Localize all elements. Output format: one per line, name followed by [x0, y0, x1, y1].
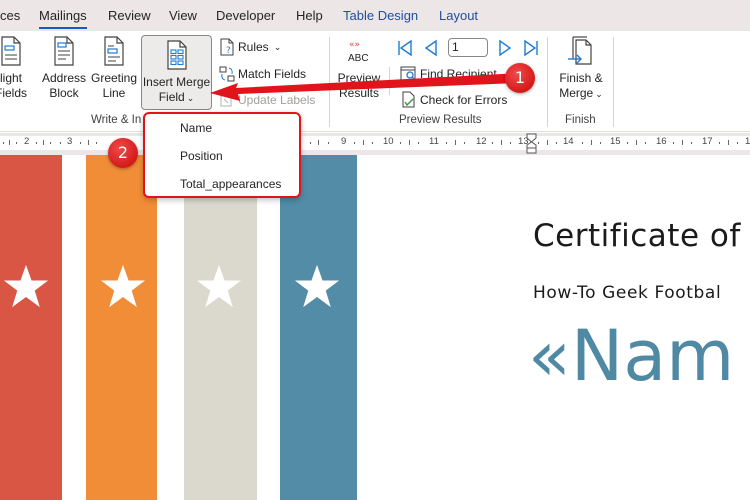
finish-merge-icon	[568, 36, 592, 65]
greeting-line-icon	[104, 36, 124, 66]
preview-abc-icon: «» ABC	[348, 40, 369, 64]
ruler-tick: 15	[610, 136, 621, 147]
insert-merge-field-button[interactable]: Insert Merge Field ⌄	[141, 35, 212, 110]
tab-layout[interactable]: Layout	[439, 8, 478, 23]
update-labels-button[interactable]: Update Labels	[219, 91, 315, 109]
decorative-stripe-blue	[280, 155, 357, 500]
group-separator	[547, 37, 548, 127]
chevron-down-icon: ⌄	[273, 41, 282, 52]
ruler-tick: 14	[563, 136, 574, 147]
document-field-icon	[1, 36, 21, 66]
certificate-subtitle: How-To Geek Footbal	[533, 283, 722, 303]
ruler-tick: 17	[702, 136, 713, 147]
tab-developer[interactable]: Developer	[216, 8, 275, 23]
star-icon	[3, 264, 49, 308]
update-labels-icon	[220, 95, 232, 107]
chevron-down-icon: ⌄	[186, 93, 195, 103]
write-insert-group-label: Write & In	[91, 114, 142, 126]
menu-item-total-appearances[interactable]: Total_appearances	[180, 177, 281, 191]
ruler-tick: 2	[24, 136, 30, 147]
find-recipient-icon	[400, 66, 416, 81]
preview-results-button[interactable]: «» ABC Preview Results	[334, 35, 384, 101]
tab-references[interactable]: ces	[0, 8, 20, 23]
record-navigation: 1	[396, 38, 540, 57]
svg-text:«»: «»	[349, 40, 360, 50]
group-separator	[613, 37, 614, 127]
decorative-stripe-red	[0, 155, 62, 500]
record-number-input[interactable]: 1	[448, 38, 488, 57]
tab-table-design[interactable]: Table Design	[343, 8, 418, 23]
ruler-tick: 1	[745, 136, 750, 147]
insert-merge-field-menu: Name Position Total_appearances	[143, 112, 301, 198]
last-record-icon[interactable]	[522, 39, 540, 57]
ruler-tick: 10	[383, 136, 394, 147]
rules-icon: ?	[220, 38, 234, 56]
check-for-errors-button[interactable]: Check for Errors	[400, 91, 507, 108]
first-record-icon[interactable]	[396, 39, 414, 57]
match-fields-button[interactable]: Match Fields	[219, 65, 306, 83]
rules-button[interactable]: ? Rules ⌄	[219, 38, 281, 56]
group-separator	[389, 67, 390, 95]
name-merge-field[interactable]: «Nam	[528, 315, 734, 397]
finish-merge-button[interactable]: Finish & Merge ⌄	[553, 35, 609, 102]
ruler-tick: 9	[341, 136, 347, 147]
group-separator	[329, 37, 330, 127]
ribbon: light Fields Address Block Greeting Line	[0, 31, 750, 132]
chevron-down-icon: ⌄	[595, 89, 603, 99]
address-block-icon	[54, 36, 74, 66]
ribbon-tab-bar: ces Mailings Review View Developer Help …	[0, 0, 750, 31]
merge-field-table-icon	[166, 40, 187, 70]
menu-item-name[interactable]: Name	[180, 121, 212, 135]
annotation-badge-2: 2	[108, 138, 138, 168]
decorative-stripe-orange	[86, 155, 157, 500]
finish-group-label: Finish	[565, 114, 596, 126]
annotation-badge-1: 1	[505, 63, 535, 93]
decorative-stripe-gray	[184, 155, 257, 500]
greeting-line-button[interactable]: Greeting Line	[90, 35, 138, 101]
menu-item-position[interactable]: Position	[180, 149, 223, 163]
indent-marker-icon[interactable]	[526, 133, 537, 154]
next-record-icon[interactable]	[496, 39, 514, 57]
star-icon	[294, 264, 340, 308]
tab-help[interactable]: Help	[296, 8, 323, 23]
previous-record-icon[interactable]	[422, 39, 440, 57]
star-icon	[196, 264, 242, 308]
check-errors-icon	[402, 91, 415, 108]
certificate-title: Certificate of	[533, 218, 741, 254]
preview-results-group-label: Preview Results	[399, 114, 482, 126]
find-recipient-button[interactable]: Find Recipient	[400, 65, 497, 82]
tab-review[interactable]: Review	[108, 8, 151, 23]
star-icon	[100, 264, 146, 308]
ruler-tick: 11	[429, 136, 439, 147]
svg-text:ABC: ABC	[348, 53, 369, 64]
ruler-tick: 12	[476, 136, 487, 147]
document-canvas[interactable]: Certificate of How-To Geek Footbal «Nam	[0, 155, 750, 500]
tab-mailings[interactable]: Mailings	[39, 8, 87, 29]
match-fields-icon	[219, 66, 235, 82]
ruler-tick: 3	[67, 136, 73, 147]
address-block-button[interactable]: Address Block	[40, 35, 88, 101]
ruler-tick: 16	[656, 136, 667, 147]
tab-view[interactable]: View	[169, 8, 197, 23]
svg-text:?: ?	[226, 46, 231, 56]
highlight-merge-fields-button[interactable]: light Fields	[0, 35, 36, 101]
